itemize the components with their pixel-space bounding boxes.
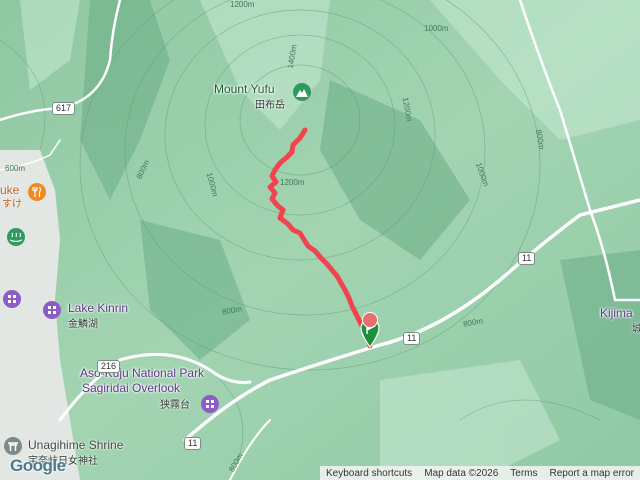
park-icon[interactable]	[201, 395, 219, 413]
keyboard-shortcuts-link[interactable]: Keyboard shortcuts	[320, 468, 418, 479]
peak-name[interactable]: Mount Yufu	[214, 82, 275, 96]
restaurant-icon[interactable]	[28, 183, 46, 201]
elevation-label: 1000m	[424, 24, 449, 33]
lake-local-name: 金鱗湖	[68, 319, 98, 330]
end-marker-icon[interactable]	[362, 312, 378, 328]
map-data-label: Map data ©2026	[424, 467, 499, 479]
road-shield-11-east: 11	[518, 252, 536, 265]
kijima-local-name: 城	[632, 324, 640, 335]
elevation-label: 1200m	[230, 0, 255, 9]
lake-name[interactable]: Lake Kinrin	[68, 301, 128, 315]
attribution-bar: Keyboard shortcuts Map data ©2026 Terms …	[320, 466, 640, 480]
peak-local-name: 田布岳	[255, 100, 285, 111]
park-local-name: 狭霧台	[160, 400, 190, 411]
elevation-label: 1200m	[280, 178, 305, 187]
kijima-name[interactable]: Kijima	[600, 306, 633, 320]
google-logo: Google	[10, 456, 66, 476]
shrine-icon[interactable]	[4, 437, 22, 455]
park-name-line2[interactable]: Sagiridai Overlook	[82, 381, 180, 395]
road-shield-617: 617	[52, 102, 76, 115]
lake-icon[interactable]	[43, 301, 61, 319]
hot-spring-icon[interactable]	[7, 228, 25, 246]
google-logo-text: Google	[10, 456, 66, 475]
purple-poi-icon[interactable]	[3, 290, 21, 308]
road-shield-11-south: 11	[184, 437, 202, 450]
mountain-icon[interactable]	[293, 83, 311, 101]
road-shield-216: 216	[97, 360, 121, 373]
elevation-label: 600m	[5, 164, 26, 173]
terms-link[interactable]: Terms	[504, 468, 543, 479]
terrain-map[interactable]	[0, 0, 640, 480]
report-error-link[interactable]: Report a map error	[544, 468, 640, 479]
restaurant-local-name: すけ	[2, 199, 22, 210]
road-shield-11-mid: 11	[403, 332, 421, 345]
shrine-name[interactable]: Unagihime Shrine	[28, 438, 123, 452]
